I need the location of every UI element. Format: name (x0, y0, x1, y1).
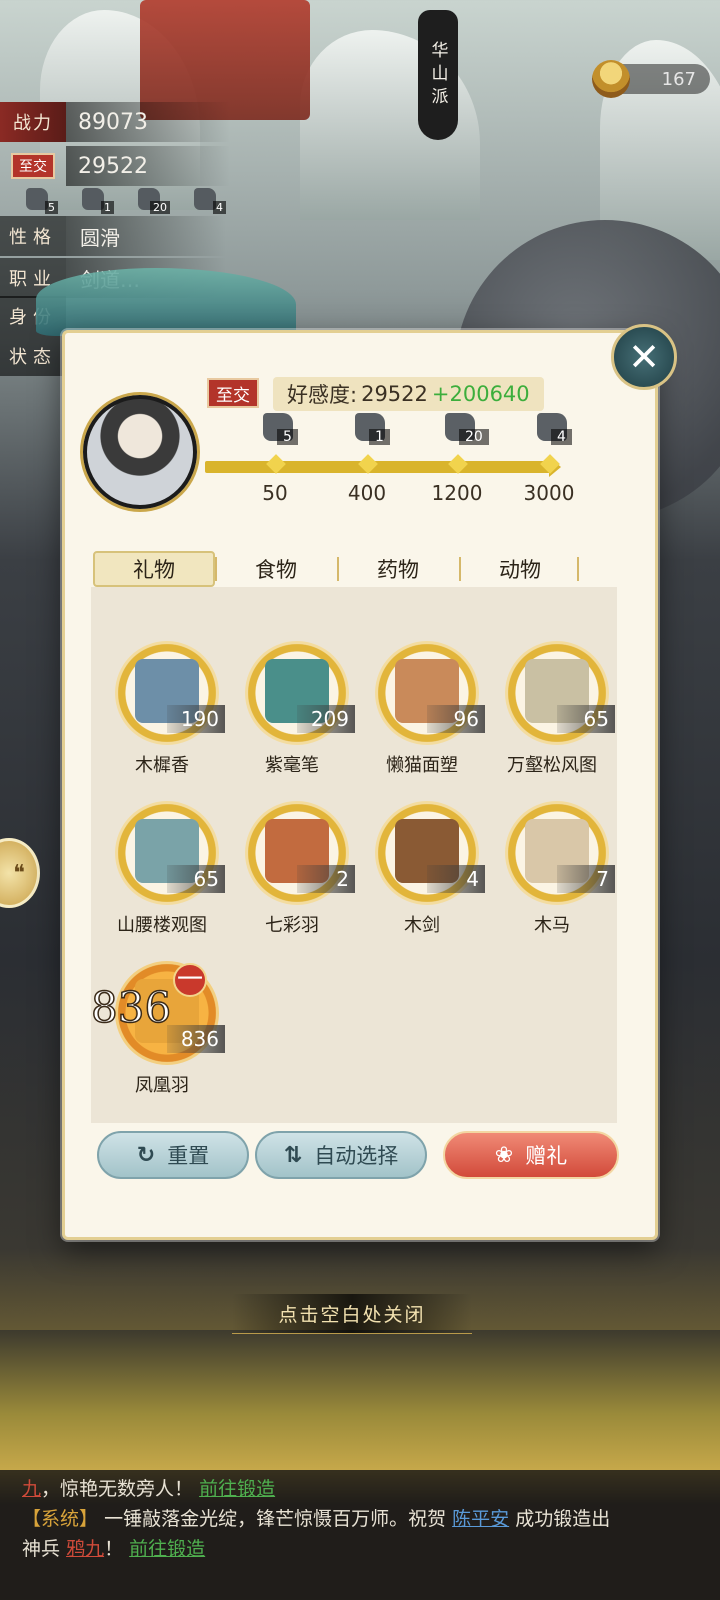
item-quantity: 65 (557, 705, 615, 733)
affinity-display: 好感度: 29522 +200640 (273, 377, 544, 411)
minus-button[interactable]: 一 (173, 963, 207, 997)
sect-banner: 华山派 (418, 10, 458, 140)
mini-gift-list: 5 1 20 4 (20, 188, 226, 214)
chat-line-1: 九，惊艳无数旁人！ 前往锻造 (22, 1478, 276, 1500)
personality-value: 圆滑 (66, 216, 226, 256)
gift-tabs: 礼物 食物 药物 动物 (93, 551, 583, 587)
tab-medicine[interactable]: 药物 (337, 551, 459, 587)
swap-arrows-icon: ⇅ (283, 1142, 303, 1168)
item-name: 木马 (534, 915, 570, 936)
character-stats: 战力 89073 至交 29522 (0, 100, 230, 188)
chat-log: 九，惊艳无数旁人！ 前往锻造 【系统】 一锤敲落金光绽，锋芒惊慑百万师。祝贺 陈… (0, 1470, 720, 1600)
mini-gift-4: 4 (188, 188, 226, 214)
mini-gift-2: 1 (76, 188, 114, 214)
gift-item-wanhe[interactable]: 65 万壑松风图 (487, 639, 617, 789)
gift-item-shanyao[interactable]: 65 山腰楼观图 (97, 799, 227, 949)
relation-badge: 至交 (11, 153, 55, 179)
milestone-2[interactable]: 1 400 (337, 413, 397, 505)
personality-label: 性格 (0, 216, 66, 256)
character-avatar (83, 395, 197, 509)
affinity-milestones: 5 50 1 400 20 1200 4 3000 (205, 413, 575, 513)
item-name: 懒猫面塑 (386, 755, 458, 776)
chat-line-3: 神兵 鸦九！ 前往锻造 (22, 1538, 206, 1560)
status-row: 状态 (0, 336, 66, 376)
bowl-icon (592, 60, 630, 98)
gift-item-fenghuangyu[interactable]: 836 836 一 凤凰羽 (90, 959, 227, 1109)
gift-item-qicaiyu[interactable]: 2 七彩羽 (227, 799, 357, 949)
item-name: 木剑 (404, 915, 440, 936)
item-name: 万壑松风图 (507, 755, 597, 776)
close-hint[interactable]: 点击空白处关闭 (232, 1294, 472, 1334)
power-row: 战力 89073 (0, 100, 230, 144)
close-icon: ✕ (628, 335, 660, 379)
item-quantity: 2 (297, 865, 355, 893)
chat-player-name[interactable]: 陈平安 (452, 1508, 509, 1530)
power-label: 战力 (0, 102, 66, 142)
item-name: 七彩羽 (265, 915, 319, 936)
status-label: 状态 (0, 336, 66, 376)
item-quantity: 96 (427, 705, 485, 733)
item-quantity: 190 (167, 705, 225, 733)
power-value: 89073 (66, 102, 230, 142)
selected-count: 836 (90, 982, 172, 1033)
tab-gift[interactable]: 礼物 (93, 551, 215, 587)
chat-weapon-name[interactable]: 九 (22, 1478, 41, 1500)
affinity-value: 29522 (361, 382, 428, 406)
gift-item-mujian[interactable]: 4 木剑 (357, 799, 487, 949)
chat-weapon-name[interactable]: 鸦九 (66, 1538, 104, 1560)
chat-bubble-icon: ❝ (13, 860, 25, 886)
reset-button[interactable]: ↻ 重置 (97, 1131, 249, 1179)
chat-line-2: 【系统】 一锤敲落金光绽，锋芒惊慑百万师。祝贺 陈平安 成功锻造出 (22, 1508, 611, 1530)
gift-panel: 至交 好感度: 29522 +200640 5 50 1 400 20 1200… (62, 330, 658, 1240)
affinity-plus: +200640 (431, 382, 530, 406)
mini-gift-3: 20 (132, 188, 170, 214)
gift-item-muxixiang[interactable]: 190 木樨香 (97, 639, 227, 789)
gift-item-zihaobi[interactable]: 209 紫毫笔 (227, 639, 357, 789)
relation-value: 29522 (66, 146, 230, 186)
gift-item-lanmao[interactable]: 96 懒猫面塑 (357, 639, 487, 789)
relation-row: 至交 29522 (0, 144, 230, 188)
refresh-icon: ↻ (136, 1142, 156, 1168)
item-name: 山腰楼观图 (117, 915, 207, 936)
item-quantity: 209 (297, 705, 355, 733)
item-name: 木樨香 (135, 755, 189, 776)
tab-food[interactable]: 食物 (215, 551, 337, 587)
milestone-1[interactable]: 5 50 (245, 413, 305, 505)
personality-row: 性格 圆滑 (0, 216, 226, 256)
gift-bag-icon: ❀ (494, 1142, 514, 1168)
tab-animal[interactable]: 动物 (459, 551, 581, 587)
close-button[interactable]: ✕ (611, 324, 677, 390)
gift-grid: 190 木樨香 209 紫毫笔 96 懒猫面塑 65 万壑松风图 65 山腰楼观… (90, 587, 617, 1123)
gift-item-muma[interactable]: 7 木马 (487, 799, 617, 949)
item-quantity: 4 (427, 865, 485, 893)
item-name: 凤凰羽 (135, 1075, 189, 1096)
item-quantity: 65 (167, 865, 225, 893)
item-name: 紫毫笔 (265, 755, 319, 776)
auto-select-button[interactable]: ⇅ 自动选择 (255, 1131, 427, 1179)
milestone-4[interactable]: 4 3000 (519, 413, 579, 505)
affinity-progress-bar (205, 457, 561, 477)
chat-forge-link[interactable]: 前往锻造 (199, 1478, 275, 1500)
milestone-3[interactable]: 20 1200 (427, 413, 489, 505)
chat-system-tag: 【系统】 (22, 1508, 99, 1530)
give-gift-button[interactable]: ❀ 赠礼 (443, 1131, 619, 1179)
item-quantity: 836 (167, 1025, 225, 1053)
currency-value: 167 (661, 68, 696, 90)
item-quantity: 7 (557, 865, 615, 893)
mini-gift-1: 5 (20, 188, 58, 214)
ground (0, 1330, 720, 1470)
panel-relation-badge: 至交 (207, 378, 259, 408)
tab-divider (577, 557, 579, 581)
currency-display: 167 (592, 60, 710, 98)
chat-forge-link[interactable]: 前往锻造 (129, 1538, 205, 1560)
affinity-label: 好感度: (287, 383, 358, 407)
